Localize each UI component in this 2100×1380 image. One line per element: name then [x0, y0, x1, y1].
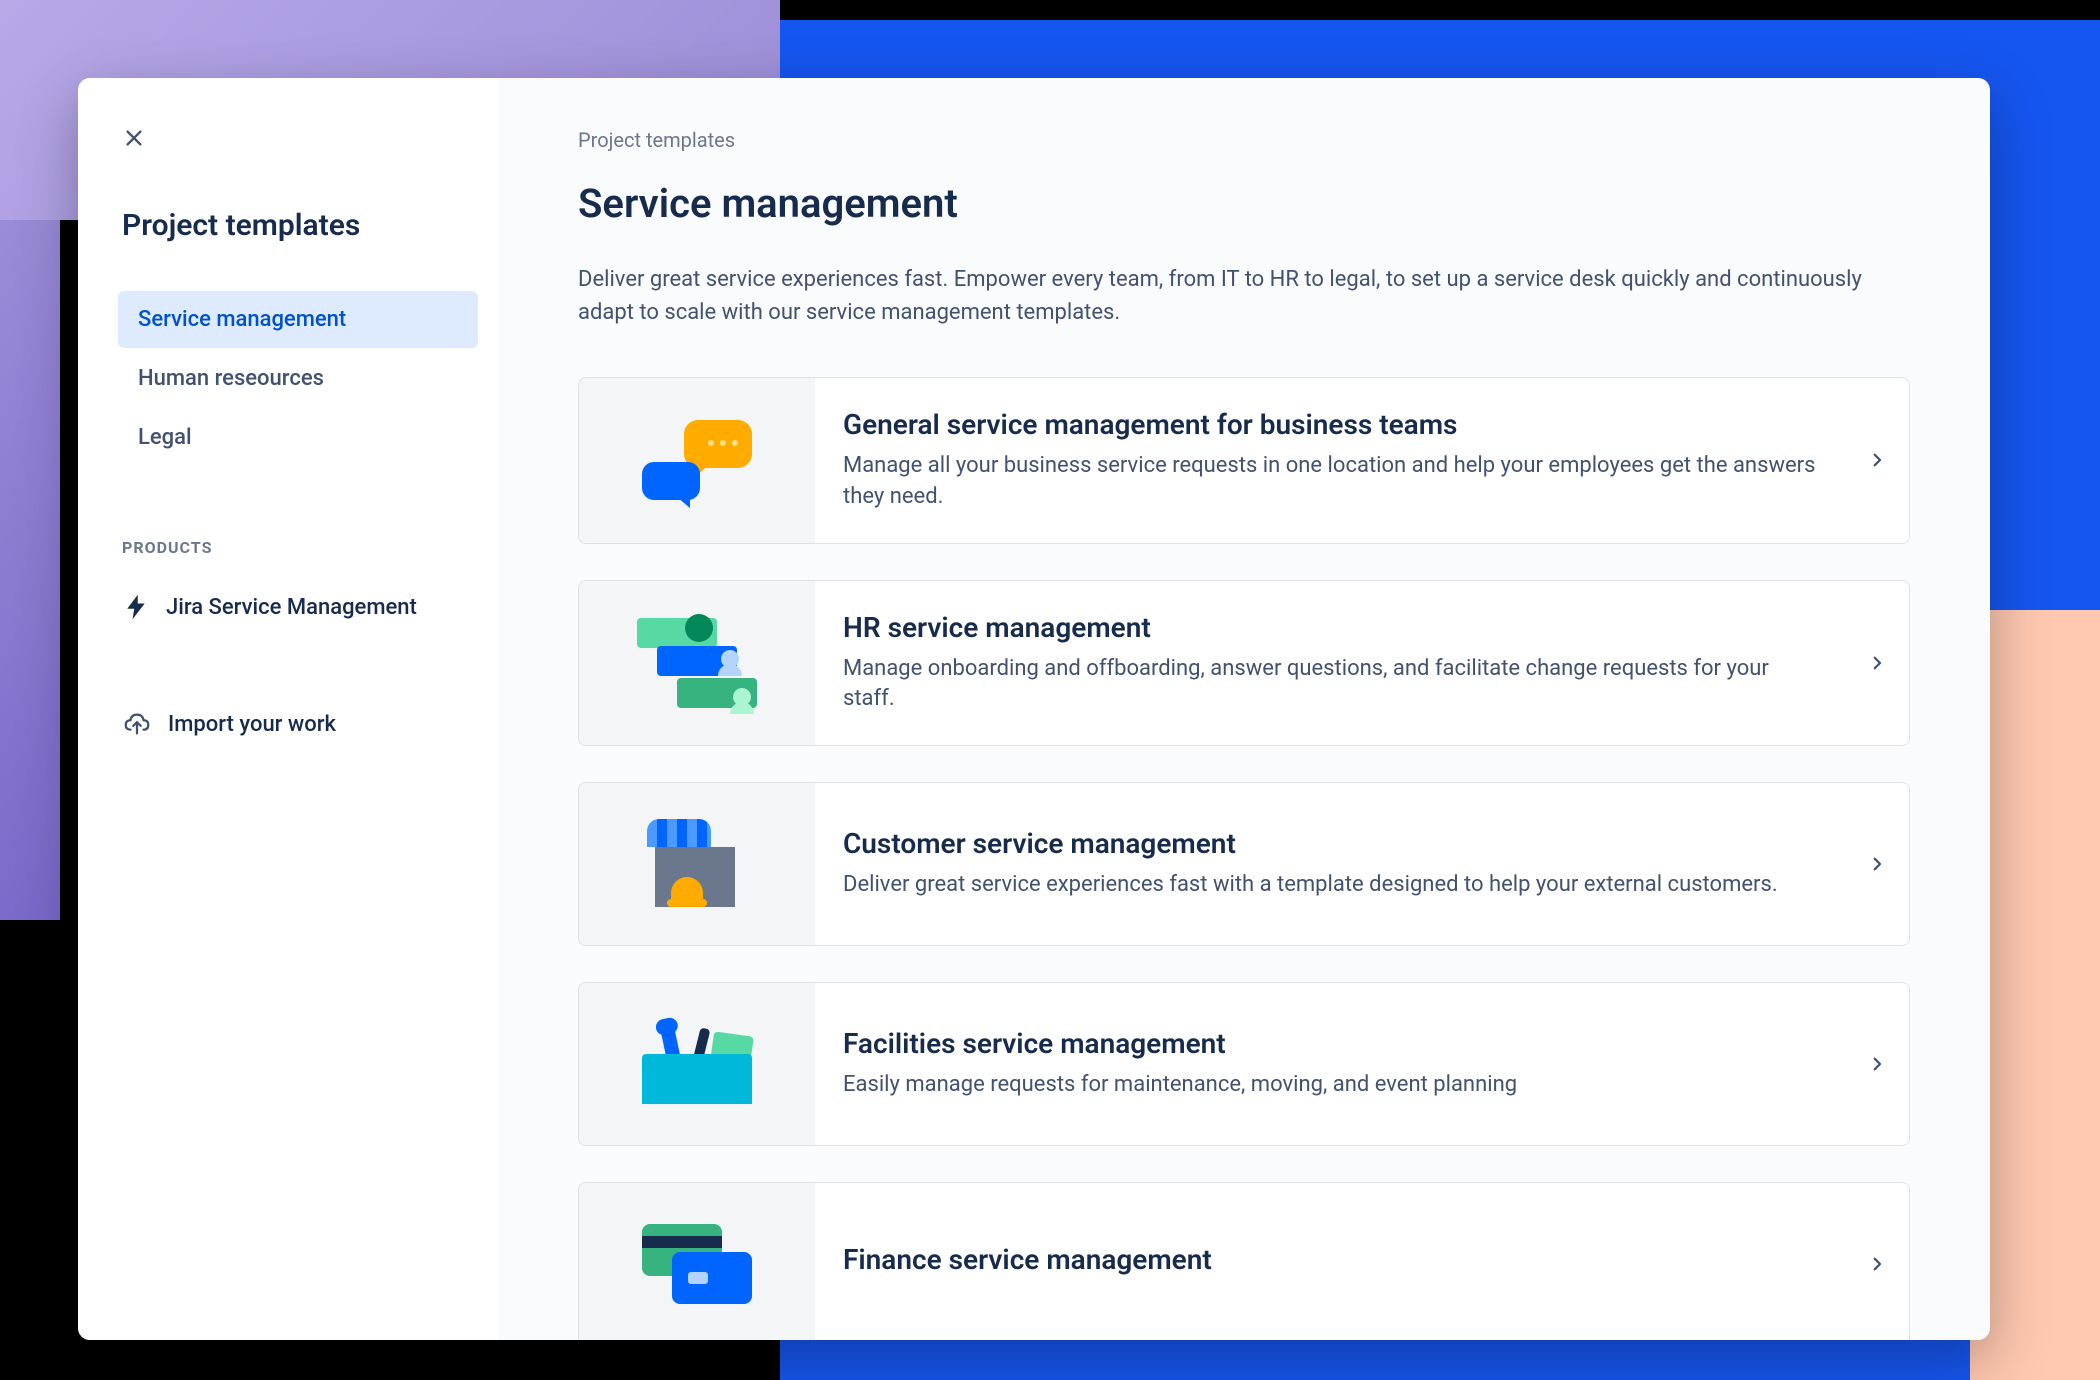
template-title: General service management for business …	[843, 408, 1817, 441]
template-body: General service management for business …	[815, 378, 1845, 543]
template-list: General service management for business …	[578, 377, 1910, 1340]
template-chevron	[1845, 581, 1909, 746]
template-description: Manage all your business service request…	[843, 451, 1817, 513]
template-body: Customer service management Deliver grea…	[815, 783, 1845, 945]
template-description: Manage onboarding and offboarding, answe…	[843, 654, 1817, 716]
main-content: Project templates Service management Del…	[498, 78, 1990, 1340]
sidebar: Project templates Service management Hum…	[78, 78, 498, 1340]
template-chevron	[1845, 783, 1909, 945]
template-card-facilities-service[interactable]: Facilities service management Easily man…	[578, 982, 1910, 1146]
sidebar-item-service-management[interactable]: Service management	[118, 291, 478, 348]
template-thumbnail	[579, 783, 815, 945]
close-icon	[123, 127, 145, 149]
template-body: Facilities service management Easily man…	[815, 983, 1845, 1145]
sidebar-nav: Service management Human reseources Lega…	[118, 291, 478, 466]
template-description: Deliver great service experiences fast w…	[843, 870, 1817, 901]
template-thumbnail	[579, 1183, 815, 1340]
template-chevron	[1845, 378, 1909, 543]
template-title: Finance service management	[843, 1243, 1817, 1276]
template-card-general-service[interactable]: General service management for business …	[578, 377, 1910, 544]
template-thumbnail	[579, 983, 815, 1145]
chevron-right-icon	[1868, 451, 1886, 469]
page-description: Deliver great service experiences fast. …	[578, 263, 1878, 329]
sidebar-item-label: Legal	[138, 425, 192, 450]
sidebar-item-legal[interactable]: Legal	[118, 409, 478, 466]
template-chevron	[1845, 983, 1909, 1145]
chevron-right-icon	[1868, 654, 1886, 672]
close-button[interactable]	[114, 118, 154, 158]
template-description: Easily manage requests for maintenance, …	[843, 1070, 1817, 1101]
template-title: HR service management	[843, 611, 1817, 644]
template-thumbnail	[579, 581, 815, 746]
credit-cards-icon	[642, 1224, 752, 1304]
sidebar-title: Project templates	[122, 208, 478, 243]
template-thumbnail	[579, 378, 815, 543]
sidebar-item-label: Human reseources	[138, 366, 324, 391]
template-card-finance-service[interactable]: Finance service management	[578, 1182, 1910, 1340]
people-cards-icon	[637, 618, 757, 708]
toolbox-icon	[642, 1024, 752, 1104]
page-title: Service management	[578, 180, 1910, 227]
storefront-bell-icon	[647, 819, 747, 909]
project-templates-modal: Project templates Service management Hum…	[78, 78, 1990, 1340]
chevron-right-icon	[1868, 1055, 1886, 1073]
template-card-customer-service[interactable]: Customer service management Deliver grea…	[578, 782, 1910, 946]
template-title: Customer service management	[843, 827, 1817, 860]
template-body: HR service management Manage onboarding …	[815, 581, 1845, 746]
products-section-label: PRODUCTS	[122, 538, 478, 557]
chevron-right-icon	[1868, 1255, 1886, 1273]
sidebar-item-human-resources[interactable]: Human reseources	[118, 350, 478, 407]
template-title: Facilities service management	[843, 1027, 1817, 1060]
product-label: Jira Service Management	[166, 595, 417, 620]
template-chevron	[1845, 1183, 1909, 1340]
chat-bubbles-icon	[642, 420, 752, 500]
product-jira-service-management[interactable]: Jira Service Management	[118, 585, 478, 629]
sidebar-item-label: Service management	[138, 307, 346, 332]
lightning-icon	[122, 593, 150, 621]
background-accent	[0, 220, 60, 920]
chevron-right-icon	[1868, 855, 1886, 873]
cloud-upload-icon	[122, 709, 152, 739]
breadcrumb[interactable]: Project templates	[578, 128, 1910, 152]
template-card-hr-service[interactable]: HR service management Manage onboarding …	[578, 580, 1910, 747]
import-label: Import your work	[168, 712, 336, 737]
template-body: Finance service management	[815, 1183, 1845, 1340]
import-your-work-button[interactable]: Import your work	[118, 701, 478, 747]
